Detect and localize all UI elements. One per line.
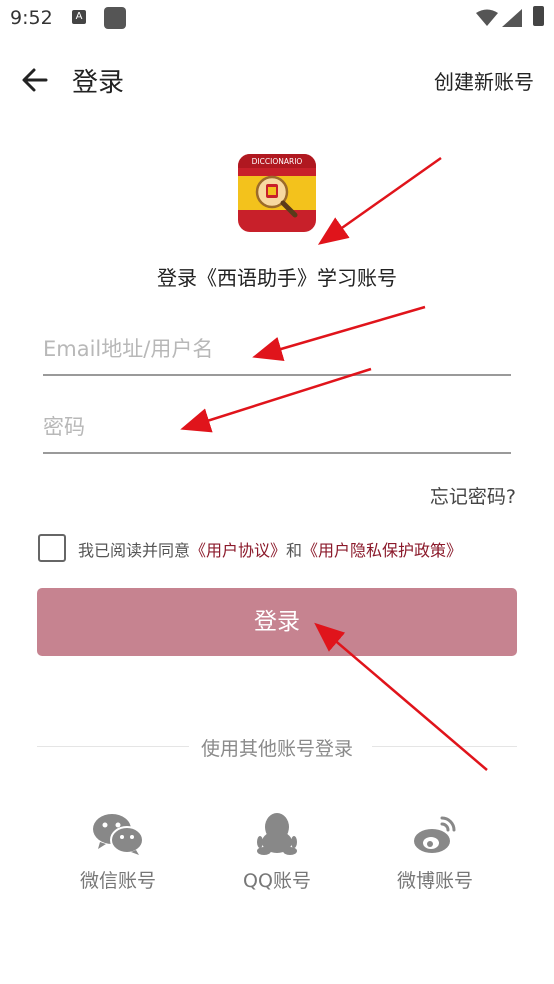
email-field[interactable] — [43, 324, 511, 376]
notification-a-icon: A — [72, 10, 86, 24]
logo-text: DICCIONARIO — [252, 157, 303, 166]
qq-icon — [257, 813, 297, 855]
wechat-login-button[interactable]: 微信账号 — [58, 812, 178, 893]
wechat-icon — [93, 814, 144, 855]
agreement-text: 我已阅读并同意《用户协议》和《用户隐私保护政策》 — [78, 537, 462, 561]
agreement-checkbox[interactable] — [38, 534, 66, 562]
wechat-label: 微信账号 — [79, 870, 156, 892]
weibo-label: 微博账号 — [396, 870, 473, 892]
battery-icon — [533, 6, 544, 26]
other-login-divider: 使用其他账号登录 — [200, 738, 353, 760]
agreement-prefix: 我已阅读并同意 — [78, 541, 191, 560]
create-account-link[interactable]: 创建新账号 — [434, 66, 534, 95]
weibo-icon — [414, 816, 456, 853]
status-time: 9:52 — [10, 7, 53, 29]
wifi-icon — [476, 9, 498, 26]
status-bar: 9:52 A — [0, 0, 554, 36]
app-logo: DICCIONARIO — [238, 154, 316, 232]
annotation-arrow-logo — [317, 156, 442, 245]
notification-app-icon — [104, 7, 126, 29]
page-title: 登录 — [72, 68, 125, 98]
login-subtitle: 登录《西语助手》学习账号 — [157, 266, 397, 290]
password-field[interactable] — [43, 402, 511, 454]
qq-login-button[interactable]: QQ账号 — [217, 812, 337, 893]
agreement-and: 和 — [286, 541, 303, 560]
forgot-password-link[interactable]: 忘记密码? — [430, 482, 516, 509]
privacy-policy-link[interactable]: 《用户隐私保护政策》 — [302, 541, 462, 560]
weibo-login-button[interactable]: 微博账号 — [375, 812, 495, 893]
login-button[interactable]: 登录 — [37, 588, 517, 656]
back-arrow-icon[interactable] — [18, 62, 54, 98]
signal-icon — [502, 9, 522, 27]
qq-label: QQ账号 — [243, 870, 311, 892]
user-agreement-link[interactable]: 《用户协议》 — [190, 541, 286, 560]
